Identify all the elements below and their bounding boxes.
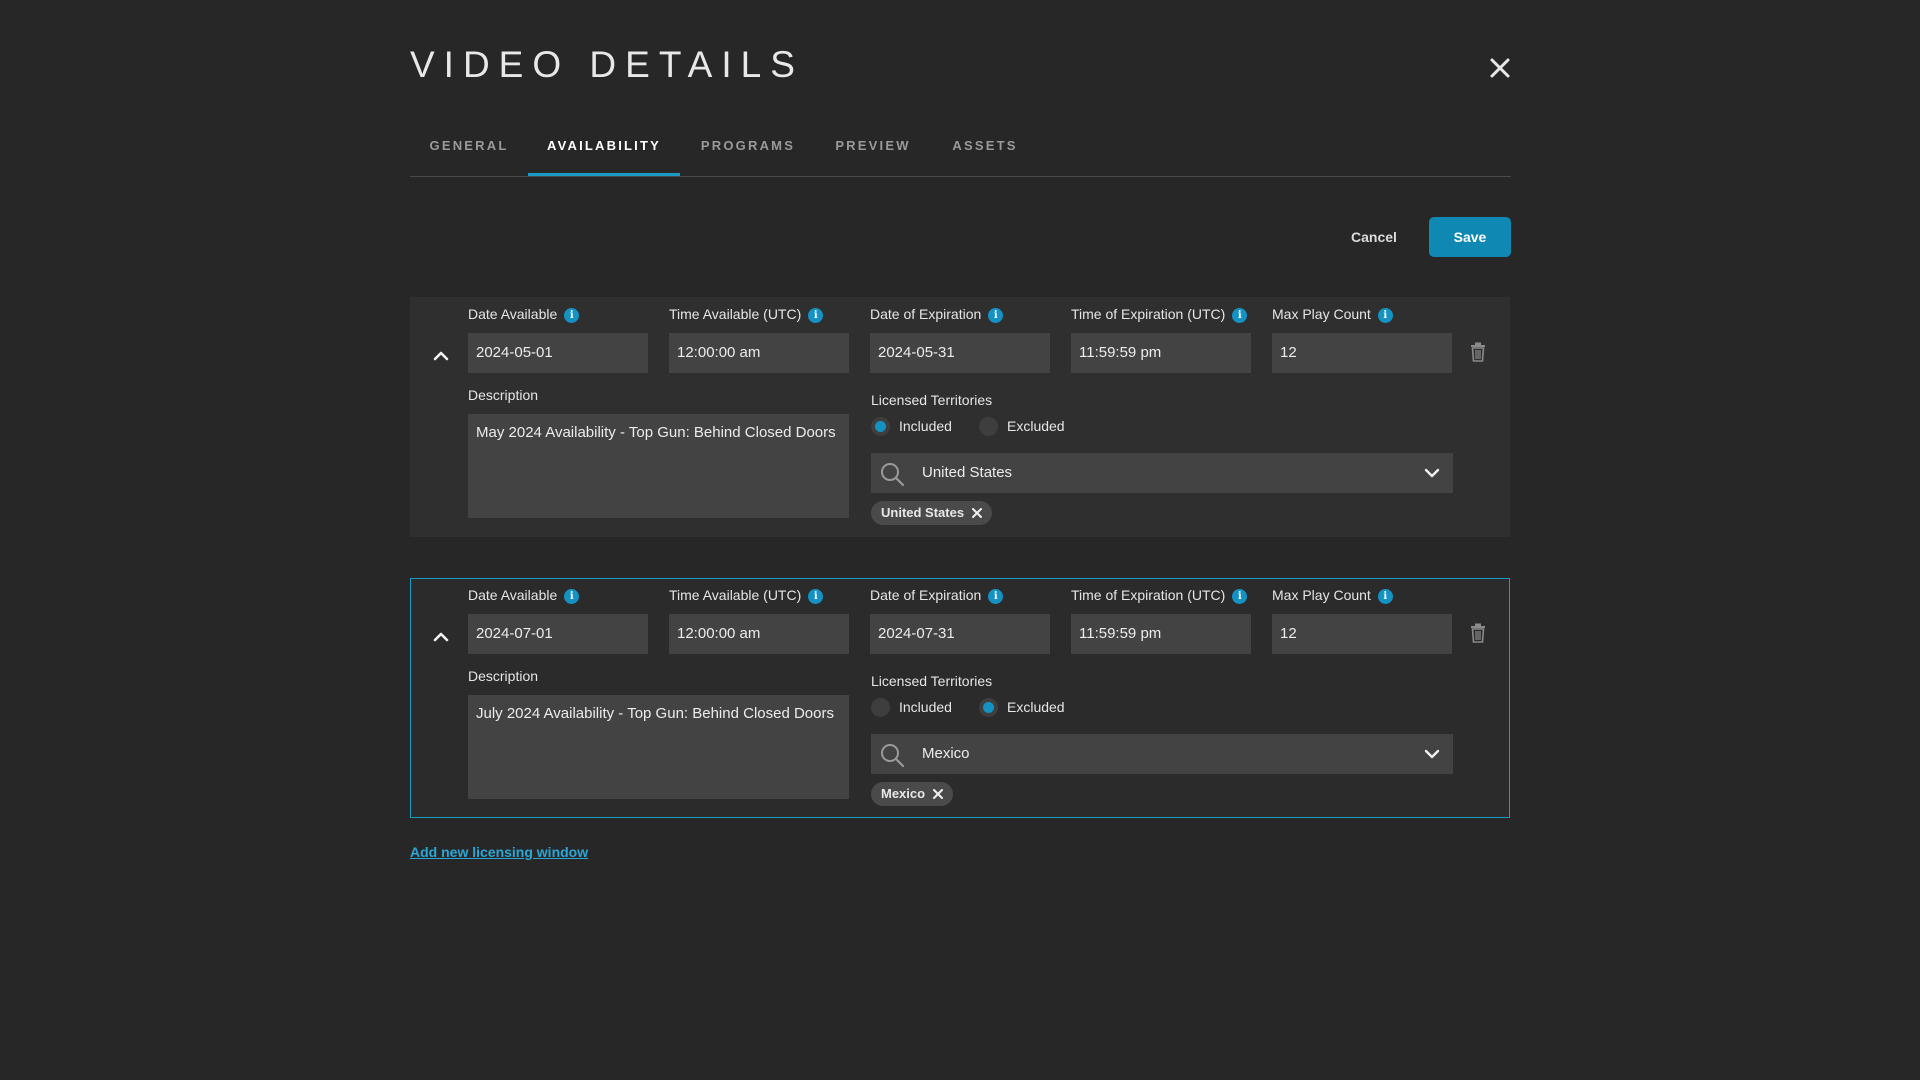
date-available-label: Date Available i <box>468 306 580 323</box>
territory-search-select[interactable]: United States <box>871 453 1453 493</box>
date-expiration-label-text: Date of Expiration <box>870 587 982 603</box>
territory-search-select[interactable]: Mexico <box>871 734 1453 774</box>
licensing-window: Date Available i Time Available (UTC) i Da… <box>410 297 1510 537</box>
time-available-label-text: Time Available (UTC) <box>669 587 802 603</box>
description-textarea[interactable]: May 2024 Availability - Top Gun: Behind … <box>468 414 849 518</box>
info-icon[interactable]: i <box>988 589 1004 604</box>
date-available-field[interactable]: 2024-05-01 <box>468 333 648 373</box>
time-available-label-text: Time Available (UTC) <box>669 306 802 322</box>
date-expiration-label: Date of Expiration i <box>870 306 1004 323</box>
time-available-field[interactable]: 12:00:00 am <box>669 333 849 373</box>
time-expiration-label: Time of Expiration (UTC) i <box>1071 587 1248 604</box>
chevron-up-icon <box>433 632 449 642</box>
excluded-label: Excluded <box>1007 699 1065 715</box>
info-icon[interactable]: i <box>808 308 824 323</box>
description-label: Description <box>468 387 539 403</box>
info-icon[interactable]: i <box>988 308 1004 323</box>
search-icon <box>881 744 905 768</box>
territory-chip-label: Mexico <box>881 786 926 801</box>
included-label: Included <box>899 418 952 434</box>
info-icon[interactable]: i <box>808 589 824 604</box>
trash-icon <box>1471 623 1485 643</box>
licensed-territories-label: Licensed Territories <box>871 392 993 408</box>
time-expiration-field[interactable]: 11:59:59 pm <box>1071 333 1251 373</box>
time-available-label: Time Available (UTC) i <box>669 306 824 323</box>
chevron-up-icon <box>433 351 449 361</box>
search-icon <box>881 463 905 487</box>
territory-chip-label: United States <box>881 505 965 520</box>
description-textarea[interactable]: July 2024 Availability - Top Gun: Behind… <box>468 695 849 799</box>
close-icon <box>1490 58 1510 78</box>
x-icon[interactable] <box>972 508 983 518</box>
page-title: VIDEO DETAILS <box>410 44 804 85</box>
description-label: Description <box>468 668 539 684</box>
time-expiration-label: Time of Expiration (UTC) i <box>1071 306 1248 323</box>
chevron-down-icon <box>1424 749 1440 759</box>
delete-window-button[interactable] <box>1470 342 1486 362</box>
excluded-radio[interactable] <box>979 417 998 436</box>
info-icon[interactable]: i <box>1377 308 1393 323</box>
time-expiration-label-text: Time of Expiration (UTC) <box>1071 587 1226 603</box>
tab-bar: GENERAL AVAILABILITY PROGRAMS PREVIEW AS… <box>410 128 1511 177</box>
x-icon[interactable] <box>933 789 944 799</box>
collapse-button[interactable] <box>432 628 450 646</box>
licensing-window: Date Available i Time Available (UTC) i Da… <box>410 578 1510 818</box>
included-radio[interactable] <box>871 417 890 436</box>
territory-search-value: Mexico <box>922 745 970 762</box>
tab-assets[interactable]: ASSETS <box>930 128 1040 176</box>
included-label: Included <box>899 699 952 715</box>
trash-icon <box>1471 342 1485 362</box>
time-available-field[interactable]: 12:00:00 am <box>669 614 849 654</box>
time-expiration-field[interactable]: 11:59:59 pm <box>1071 614 1251 654</box>
add-licensing-window-link[interactable]: Add new licensing window <box>410 844 588 860</box>
time-expiration-label-text: Time of Expiration (UTC) <box>1071 306 1226 322</box>
date-expiration-field[interactable]: 2024-05-31 <box>870 333 1050 373</box>
collapse-button[interactable] <box>432 347 450 365</box>
close-button[interactable] <box>1487 55 1513 81</box>
licensed-territories-label: Licensed Territories <box>871 673 993 689</box>
info-icon[interactable]: i <box>564 589 580 604</box>
territory-chip: United States <box>871 501 993 525</box>
tab-programs[interactable]: PROGRAMS <box>680 128 816 176</box>
max-play-count-label: Max Play Count i <box>1272 306 1393 323</box>
date-expiration-field[interactable]: 2024-07-31 <box>870 614 1050 654</box>
tab-availability[interactable]: AVAILABILITY <box>528 128 680 176</box>
info-icon[interactable]: i <box>1377 589 1393 604</box>
date-expiration-label: Date of Expiration i <box>870 587 1004 604</box>
max-play-count-field[interactable]: 12 <box>1272 614 1452 654</box>
max-play-count-label-text: Max Play Count <box>1272 306 1371 322</box>
tab-preview[interactable]: PREVIEW <box>816 128 930 176</box>
date-available-field[interactable]: 2024-07-01 <box>468 614 648 654</box>
save-button[interactable]: Save <box>1429 217 1511 257</box>
max-play-count-label-text: Max Play Count <box>1272 587 1371 603</box>
delete-window-button[interactable] <box>1470 623 1486 643</box>
excluded-label: Excluded <box>1007 418 1065 434</box>
info-icon[interactable]: i <box>1232 308 1248 323</box>
time-available-label: Time Available (UTC) i <box>669 587 824 604</box>
excluded-radio[interactable] <box>979 698 998 717</box>
cancel-button[interactable]: Cancel <box>1332 217 1416 257</box>
date-available-label: Date Available i <box>468 587 580 604</box>
max-play-count-label: Max Play Count i <box>1272 587 1393 604</box>
tab-general[interactable]: GENERAL <box>410 128 528 176</box>
date-available-label-text: Date Available <box>468 587 558 603</box>
territory-chip: Mexico <box>871 782 954 806</box>
max-play-count-field[interactable]: 12 <box>1272 333 1452 373</box>
info-icon[interactable]: i <box>564 308 580 323</box>
chevron-down-icon <box>1424 468 1440 478</box>
date-expiration-label-text: Date of Expiration <box>870 306 982 322</box>
territory-search-value: United States <box>922 464 1013 481</box>
included-radio[interactable] <box>871 698 890 717</box>
date-available-label-text: Date Available <box>468 306 558 322</box>
info-icon[interactable]: i <box>1232 589 1248 604</box>
